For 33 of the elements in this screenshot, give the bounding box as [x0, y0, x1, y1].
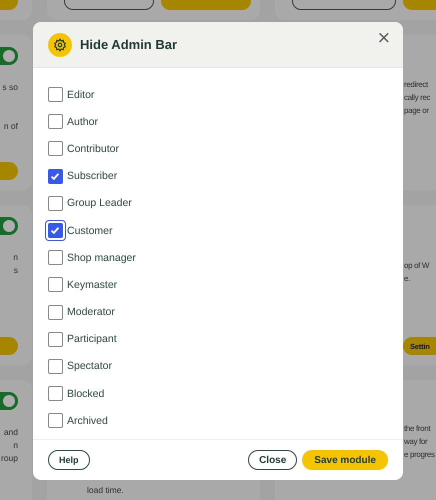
description-text: n of — [2, 120, 18, 133]
description-text: page or — [404, 105, 430, 117]
description-text: e progres — [404, 449, 436, 461]
save-button[interactable]: Save module — [302, 450, 388, 470]
close-button[interactable]: Close — [248, 450, 298, 470]
description-text: cally rec — [404, 92, 432, 104]
description-text: load time. — [87, 484, 125, 497]
description-text: roup — [0, 452, 18, 465]
role-label: Keymaster — [67, 278, 118, 291]
role-label: Contributor — [67, 142, 119, 155]
description-text: s so — [1, 81, 18, 94]
modal-title: Hide Admin Bar — [80, 37, 178, 52]
description-text: n — [12, 439, 18, 452]
description-text: e. — [404, 273, 411, 285]
role-label: Participant — [67, 333, 117, 346]
description-text: op of W — [404, 260, 430, 272]
role-label: Subscriber — [67, 170, 118, 182]
description-text: the front — [404, 423, 432, 435]
description-text: and — [2, 426, 18, 439]
description-text: s — [12, 264, 18, 277]
role-label: Editor — [67, 88, 94, 101]
role-label: Customer — [67, 224, 113, 237]
role-label: Blocked — [67, 388, 104, 400]
role-label: Moderator — [67, 306, 115, 318]
role-label: Spectator — [67, 360, 112, 372]
description-text: redirect — [404, 79, 430, 91]
role-label: Archived — [67, 414, 108, 427]
role-label: Shop manager — [67, 252, 136, 264]
help-button[interactable]: Help — [48, 450, 90, 470]
role-label: Author — [67, 116, 98, 128]
role-label: Group Leader — [67, 197, 132, 210]
description-text: way for — [404, 436, 428, 448]
description-text: n — [12, 251, 18, 264]
